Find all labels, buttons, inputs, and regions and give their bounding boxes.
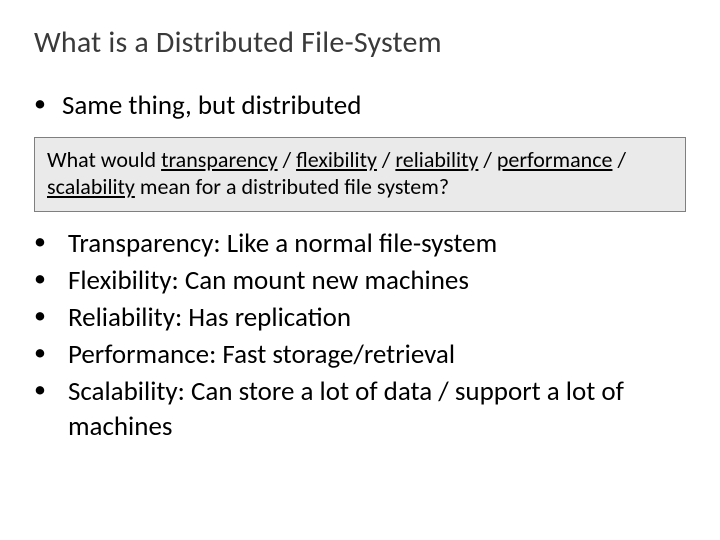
item-label: Scalability:: [68, 375, 185, 408]
lead-bullet-text: Same thing, but distributed: [62, 89, 361, 123]
callout-box: What would transparency / flexibility / …: [34, 137, 686, 212]
lead-bullet: Same thing, but distributed: [34, 89, 686, 123]
item-label: Performance:: [68, 338, 216, 371]
lead-bullet-list: Same thing, but distributed: [34, 89, 686, 123]
callout-keyword-reliability: reliability: [395, 146, 478, 173]
item-label: Reliability:: [68, 301, 182, 334]
item-label: Transparency:: [68, 227, 221, 260]
slide-title: What is a Distributed File-System: [34, 24, 686, 61]
detail-bullet-list: Transparency: Like a normal file-system …: [34, 226, 686, 445]
list-item: Performance: Fast storage/retrieval: [34, 337, 686, 372]
list-item: Transparency: Like a normal file-system: [34, 226, 686, 261]
list-item: Flexibility: Can mount new machines: [34, 263, 686, 298]
callout-keyword-flexibility: flexibility: [296, 146, 377, 173]
list-item: Scalability: Can store a lot of data / s…: [34, 374, 686, 444]
callout-sep: /: [278, 146, 296, 173]
item-desc: Can mount new machines: [179, 264, 469, 297]
callout-sep: /: [612, 146, 625, 173]
callout-prefix: What would: [47, 146, 161, 173]
callout-keyword-performance: performance: [497, 146, 613, 173]
callout-keyword-transparency: transparency: [161, 146, 278, 173]
callout-suffix: mean for a distributed file system?: [135, 173, 449, 200]
callout-keyword-scalability: scalability: [47, 173, 135, 200]
callout-sep: /: [377, 146, 395, 173]
item-desc: Like a normal file-system: [221, 227, 498, 260]
item-desc: Has replication: [182, 301, 351, 334]
item-label: Flexibility:: [68, 264, 179, 297]
list-item: Reliability: Has replication: [34, 300, 686, 335]
callout-sep: /: [478, 146, 496, 173]
item-desc: Fast storage/retrieval: [216, 338, 455, 371]
